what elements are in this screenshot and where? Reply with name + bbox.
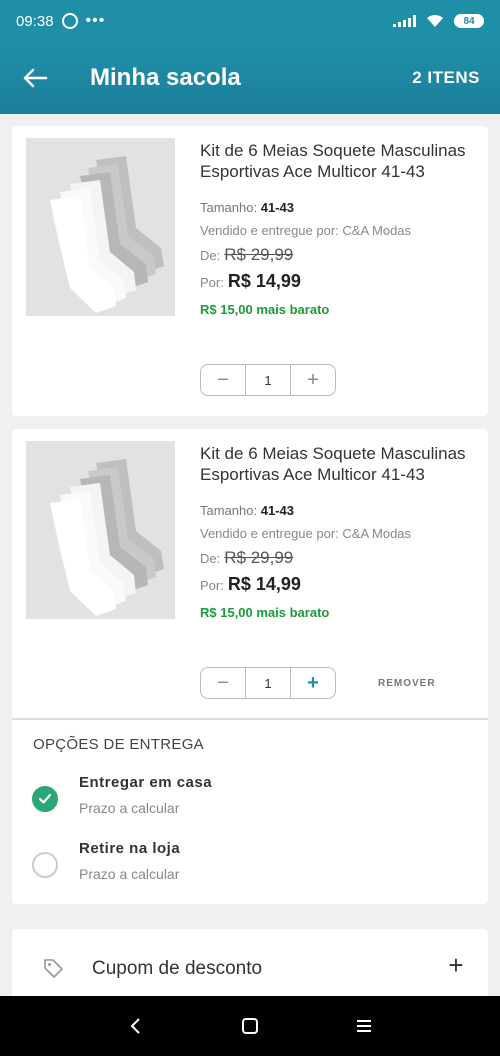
quantity-value[interactable]: 1 <box>245 668 291 698</box>
product-seller: Vendido e entregue por: C&A Modas <box>200 223 412 238</box>
size-label: Tamanho: <box>200 503 258 518</box>
back-arrow-icon <box>23 68 48 88</box>
new-price-label: Por: <box>200 578 224 593</box>
option-name: Entregar em casa <box>79 774 213 791</box>
coupon-row[interactable]: Cupom de desconto + <box>12 929 488 996</box>
size-label: Tamanho: <box>200 200 258 215</box>
product-image[interactable] <box>26 138 175 316</box>
old-price-label: De: <box>200 551 221 566</box>
product-info: Kit de 6 Meias Soquete Masculinas Esport… <box>200 140 470 317</box>
increase-quantity-button[interactable]: + <box>291 365 335 395</box>
check-icon <box>38 793 52 804</box>
radio-unselected[interactable] <box>32 852 58 878</box>
old-price-value: R$ 29,99 <box>224 548 294 567</box>
quantity-value[interactable]: 1 <box>245 365 291 395</box>
new-price-value: R$ 14,99 <box>227 271 301 291</box>
remove-button[interactable]: REMOVER <box>378 678 436 689</box>
battery-level: 84 <box>454 14 484 28</box>
new-price-value: R$ 14,99 <box>227 574 301 594</box>
size-value: 41-43 <box>260 503 294 518</box>
option-subtitle: Prazo a calcular <box>79 866 180 882</box>
expand-coupon-button[interactable]: + <box>444 950 468 980</box>
product-seller: Vendido e entregue por: C&A Modas <box>200 526 412 541</box>
signal-icon <box>393 15 416 27</box>
product-name[interactable]: Kit de 6 Meias Soquete Masculinas Esport… <box>200 140 470 182</box>
coupon-label: Cupom de desconto <box>92 958 263 979</box>
old-price: De: R$ 29,99 <box>200 548 470 568</box>
delivery-option-store[interactable]: Retire na loja Prazo a calcular <box>32 838 462 892</box>
nav-menu-button[interactable] <box>352 1014 376 1038</box>
decrease-quantity-button[interactable]: − <box>201 668 245 698</box>
delivery-option-home[interactable]: Entregar em casa Prazo a calcular <box>32 772 462 826</box>
status-bar: 09:38 ••• 84 <box>0 0 500 42</box>
whatsapp-icon <box>61 13 78 29</box>
old-price: De: R$ 29,99 <box>200 245 470 265</box>
app-bar: Minha sacola 2 ITENS <box>0 42 500 114</box>
delivery-title: OPÇÕES DE ENTREGA <box>33 736 204 753</box>
delivery-options: OPÇÕES DE ENTREGA Entregar em casa Prazo… <box>12 718 488 904</box>
product-image[interactable] <box>26 441 175 619</box>
new-price-label: Por: <box>200 275 224 290</box>
product-name[interactable]: Kit de 6 Meias Soquete Masculinas Esport… <box>200 443 470 485</box>
nav-menu-icon <box>357 1020 371 1032</box>
product-size: Tamanho: 41-43 <box>200 200 470 215</box>
quantity-stepper: − 1 + <box>200 364 336 396</box>
product-info: Kit de 6 Meias Soquete Masculinas Esport… <box>200 443 470 620</box>
cart-item: Kit de 6 Meias Soquete Masculinas Esport… <box>12 429 488 718</box>
radio-selected[interactable] <box>32 786 58 812</box>
status-left: 09:38 ••• <box>16 13 105 30</box>
nav-home-button[interactable] <box>238 1014 262 1038</box>
page-title: Minha sacola <box>90 64 241 91</box>
socks-image <box>26 441 175 619</box>
saving-text: R$ 15,00 mais barato <box>200 302 330 317</box>
option-name: Retire na loja <box>79 840 181 857</box>
battery-icon: 84 <box>454 14 484 28</box>
nav-back-button[interactable] <box>124 1014 148 1038</box>
socks-image <box>26 138 175 316</box>
new-price: Por: R$ 14,99 <box>200 574 470 595</box>
nav-back-icon <box>130 1018 140 1034</box>
old-price-value: R$ 29,99 <box>224 245 294 264</box>
product-size: Tamanho: 41-43 <box>200 503 470 518</box>
saving-text: R$ 15,00 mais barato <box>200 605 330 620</box>
cart-item: Kit de 6 Meias Soquete Masculinas Esport… <box>12 126 488 416</box>
wifi-icon <box>427 14 443 27</box>
nav-home-icon <box>242 1018 258 1034</box>
tag-icon <box>44 959 63 978</box>
back-button[interactable] <box>20 63 50 93</box>
increase-quantity-button[interactable]: + <box>291 668 335 698</box>
cart-content[interactable]: Kit de 6 Meias Soquete Masculinas Esport… <box>0 114 500 996</box>
more-dots-icon: ••• <box>85 12 106 29</box>
old-price-label: De: <box>200 248 221 263</box>
system-nav-bar <box>0 996 500 1056</box>
quantity-stepper: − 1 + <box>200 667 336 699</box>
status-right: 84 <box>393 14 484 28</box>
new-price: Por: R$ 14,99 <box>200 271 470 292</box>
status-time: 09:38 <box>16 12 54 30</box>
size-value: 41-43 <box>260 200 294 215</box>
decrease-quantity-button[interactable]: − <box>201 365 245 395</box>
option-subtitle: Prazo a calcular <box>79 800 180 816</box>
items-count: 2 ITENS <box>412 68 480 87</box>
